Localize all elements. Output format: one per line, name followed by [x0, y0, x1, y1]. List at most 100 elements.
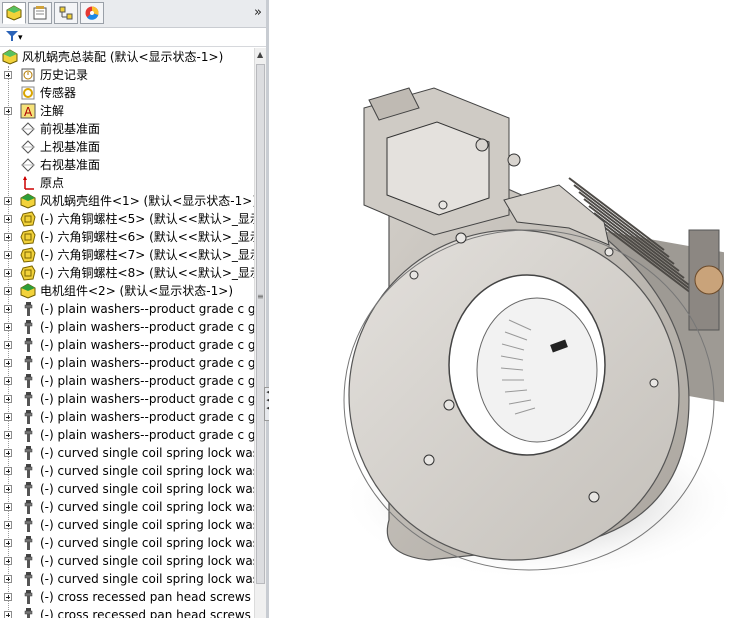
tree-item[interactable]: A 注解 — [0, 102, 254, 120]
filter-icon — [6, 31, 18, 41]
toolbox-part-icon — [20, 607, 36, 618]
collapse-panel-button[interactable]: » — [254, 5, 262, 20]
expand-toggle-icon[interactable] — [4, 359, 12, 367]
tree-item[interactable]: (-) plain washers--product grade c gb — [0, 390, 254, 408]
filter-button[interactable]: ▾ — [6, 29, 23, 43]
tree-item-label: 右视基准面 — [40, 158, 101, 172]
expand-toggle-icon[interactable] — [4, 71, 12, 79]
tree-item[interactable]: 原点 — [0, 174, 254, 192]
scroll-up-arrow-icon[interactable]: ▲ — [257, 50, 263, 59]
expand-toggle-icon[interactable] — [4, 341, 12, 349]
tree-item[interactable]: 上视基准面 — [0, 138, 254, 156]
tree-item[interactable]: 右视基准面 — [0, 156, 254, 174]
expand-toggle-icon[interactable] — [4, 107, 12, 115]
tree-item[interactable]: (-) cross recessed pan head screws — [0, 606, 254, 618]
tree-item[interactable]: (-) plain washers--product grade c gb — [0, 300, 254, 318]
tree-scrollbar[interactable]: ▲ ≡ — [254, 48, 266, 618]
expand-toggle-icon[interactable] — [4, 395, 12, 403]
tree-item[interactable]: (-) plain washers--product grade c gb — [0, 318, 254, 336]
tree-item[interactable]: 历史记录 — [0, 66, 254, 84]
expand-toggle-icon[interactable] — [4, 413, 12, 421]
tree-item-label: 风机蜗壳组件<1> (默认<显示状态-1>) — [40, 194, 254, 208]
scroll-grip-icon: ≡ — [257, 292, 264, 301]
filter-bar: ▾ — [0, 28, 266, 47]
tree-item-label: (-) curved single coil spring lock wash — [40, 536, 254, 550]
tree-item[interactable]: (-) plain washers--product grade c gb — [0, 336, 254, 354]
tree-item-label: 前视基准面 — [40, 122, 101, 136]
manager-tab-bar: » — [0, 0, 266, 28]
history-icon — [20, 67, 36, 83]
part-icon — [20, 229, 36, 245]
displaymanager-tab-icon — [85, 6, 99, 20]
expand-toggle-icon[interactable] — [4, 197, 12, 205]
expand-toggle-icon[interactable] — [4, 521, 12, 529]
tree-item[interactable]: (-) curved single coil spring lock wash — [0, 462, 254, 480]
tree-item[interactable]: 电机组件<2> (默认<显示状态-1>) — [0, 282, 254, 300]
subassembly-icon — [20, 283, 36, 299]
tree-item-label: (-) plain washers--product grade c gb — [40, 320, 254, 334]
expand-toggle-icon[interactable] — [4, 449, 12, 457]
part-icon — [20, 211, 36, 227]
tree-item-label: (-) cross recessed pan head screws — [40, 590, 251, 604]
tree-item[interactable]: (-) 六角铜螺柱<5> (默认<<默认>_显示 — [0, 210, 254, 228]
tab-displaymanager[interactable] — [80, 2, 104, 24]
scrollbar-thumb[interactable] — [256, 64, 265, 584]
tree-root[interactable]: 风机蜗壳总装配 (默认<显示状态-1>) — [0, 48, 254, 66]
expand-toggle-icon[interactable] — [4, 269, 12, 277]
tree-item[interactable]: (-) curved single coil spring lock wash — [0, 552, 254, 570]
tree-item[interactable]: (-) plain washers--product grade c gb — [0, 426, 254, 444]
tree-item-label: (-) 六角铜螺柱<8> (默认<<默认>_显示 — [40, 266, 254, 280]
expand-toggle-icon[interactable] — [4, 485, 12, 493]
toolbox-part-icon — [20, 409, 36, 425]
propertymanager-tab-icon — [33, 6, 47, 20]
expand-toggle-icon[interactable] — [4, 251, 12, 259]
tab-propertymanager[interactable] — [28, 2, 52, 24]
toolbox-part-icon — [20, 463, 36, 479]
toolbox-part-icon — [20, 337, 36, 353]
expand-toggle-icon[interactable] — [4, 575, 12, 583]
expand-toggle-icon[interactable] — [4, 539, 12, 547]
expand-toggle-icon[interactable] — [4, 305, 12, 313]
tree-item[interactable]: (-) 六角铜螺柱<7> (默认<<默认>_显示 — [0, 246, 254, 264]
tree-item-label: (-) curved single coil spring lock wash — [40, 446, 254, 460]
tree-item-label: (-) plain washers--product grade c gb — [40, 338, 254, 352]
tree-item[interactable]: (-) cross recessed pan head screws — [0, 588, 254, 606]
expand-toggle-icon[interactable] — [4, 593, 12, 601]
part-icon — [20, 247, 36, 263]
tree-item-label: (-) curved single coil spring lock wash — [40, 572, 254, 586]
origin-icon — [20, 175, 36, 191]
tree-item[interactable]: (-) curved single coil spring lock wash — [0, 570, 254, 588]
tree-item[interactable]: (-) plain washers--product grade c gb — [0, 372, 254, 390]
expand-toggle-icon[interactable] — [4, 611, 12, 618]
graphics-area[interactable] — [269, 0, 754, 618]
tree-item[interactable]: 传感器 — [0, 84, 254, 102]
tree-item-label: 传感器 — [40, 86, 77, 100]
tab-featuremanager[interactable] — [2, 2, 26, 24]
tree-item-label: (-) plain washers--product grade c gb — [40, 374, 254, 388]
tree-item[interactable]: 前视基准面 — [0, 120, 254, 138]
expand-toggle-icon[interactable] — [4, 233, 12, 241]
tree-item[interactable]: (-) curved single coil spring lock wash — [0, 480, 254, 498]
expand-toggle-icon[interactable] — [4, 431, 12, 439]
tree-item[interactable]: (-) curved single coil spring lock wash — [0, 444, 254, 462]
expand-toggle-icon[interactable] — [4, 503, 12, 511]
expand-toggle-icon[interactable] — [4, 377, 12, 385]
expand-toggle-icon[interactable] — [4, 467, 12, 475]
tree-item[interactable]: (-) curved single coil spring lock wash — [0, 516, 254, 534]
part-icon — [20, 265, 36, 281]
tree-item[interactable]: (-) 六角铜螺柱<6> (默认<<默认>_显示 — [0, 228, 254, 246]
tree-item[interactable]: (-) plain washers--product grade c gb — [0, 408, 254, 426]
tree-item[interactable]: (-) 六角铜螺柱<8> (默认<<默认>_显示 — [0, 264, 254, 282]
tree-item[interactable]: (-) curved single coil spring lock wash — [0, 534, 254, 552]
tree-item-label: (-) plain washers--product grade c gb — [40, 392, 254, 406]
annotation-icon: A — [20, 103, 36, 119]
tree-item[interactable]: (-) curved single coil spring lock wash — [0, 498, 254, 516]
expand-toggle-icon[interactable] — [4, 557, 12, 565]
tab-configurationmanager[interactable] — [54, 2, 78, 24]
expand-toggle-icon[interactable] — [4, 287, 12, 295]
tree-item[interactable]: (-) plain washers--product grade c gb — [0, 354, 254, 372]
toolbox-part-icon — [20, 571, 36, 587]
tree-item[interactable]: 风机蜗壳组件<1> (默认<显示状态-1>) — [0, 192, 254, 210]
expand-toggle-icon[interactable] — [4, 323, 12, 331]
expand-toggle-icon[interactable] — [4, 215, 12, 223]
